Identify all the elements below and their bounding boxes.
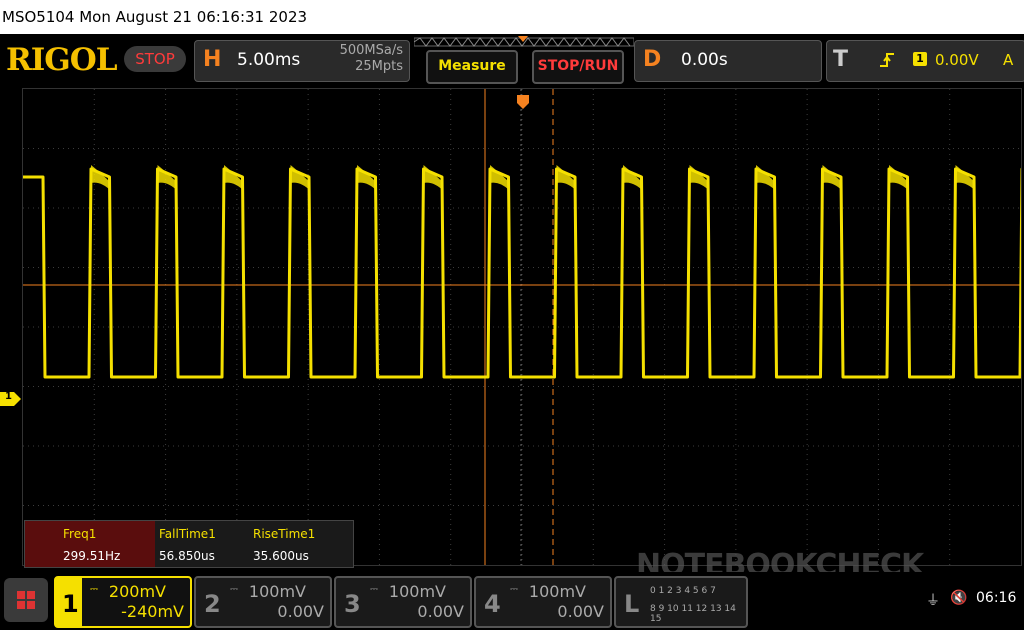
measure-button[interactable]: Measure	[426, 50, 518, 84]
sample-rate: 500MSa/s	[339, 43, 403, 58]
title-bar: MSO5104 Mon August 21 06:16:31 2023	[0, 0, 1024, 34]
meas-header-rise: RiseTime1	[253, 527, 316, 541]
ch1-offset-marker[interactable]: 1	[0, 391, 22, 406]
waveform-display[interactable]	[22, 88, 1024, 566]
waveform-canvas	[23, 89, 1024, 565]
trigger-level: 0.00V	[935, 51, 979, 69]
logic-letter: L	[624, 590, 640, 618]
overshoot	[91, 165, 111, 191]
trigger-source-badge: 1	[913, 52, 927, 66]
horizontal-panel[interactable]: H 5.00ms 500MSa/s 25Mpts	[194, 40, 410, 82]
delay-panel[interactable]: D 0.00s	[634, 40, 822, 82]
channel-1-offset: -240mV	[121, 602, 184, 621]
channel-1-number: 1	[62, 590, 79, 618]
trigger-letter: T	[833, 47, 849, 72]
usb-icon: ⏚	[926, 593, 940, 609]
meas-value-rise: 35.600us	[253, 549, 309, 563]
overshoot	[623, 165, 643, 191]
menu-button[interactable]	[4, 578, 48, 622]
meas-header-fall: FallTime1	[159, 527, 216, 541]
overshoot	[889, 165, 909, 191]
channel-2-offset: 0.00V	[277, 602, 324, 621]
meas-value-freq: 299.51Hz	[63, 549, 121, 563]
ch1-marker-label: 1	[5, 391, 12, 402]
overshoot	[955, 165, 976, 191]
dc-coupling-icon: ⎓	[510, 584, 518, 595]
channel-4-panel[interactable]: 4 ⎓ 100mV 0.00V	[474, 576, 612, 628]
overshoot	[224, 165, 244, 191]
overshoot	[490, 165, 510, 191]
stop-run-button[interactable]: STOP/RUN	[532, 50, 624, 84]
title-text: MSO5104 Mon August 21 06:16:31 2023	[2, 8, 308, 26]
memory-depth: 25Mpts	[355, 59, 403, 74]
delay-letter: D	[643, 47, 662, 72]
clock-time: 06:16	[976, 590, 1017, 606]
channel-2-number: 2	[204, 590, 221, 618]
overshoot	[423, 165, 444, 191]
channel-4-offset: 0.00V	[557, 602, 604, 621]
ch1-waveform	[23, 167, 1024, 379]
channel-2-panel[interactable]: 2 ⎓ 100mV 0.00V	[194, 576, 332, 628]
timebase-value: 5.00ms	[237, 50, 301, 70]
menu-grid-icon	[17, 591, 35, 609]
speaker-muted-icon[interactable]: 🔇	[950, 590, 967, 606]
channel-2-scale: 100mV	[248, 582, 306, 601]
dc-coupling-icon: ⎓	[90, 584, 98, 595]
overshoot	[357, 165, 377, 191]
overshoot	[157, 165, 178, 191]
rigol-logo: RIGOL	[6, 42, 118, 78]
channel-3-panel[interactable]: 3 ⎓ 100mV 0.00V	[334, 576, 472, 628]
logic-row-2: 8 9 10 11 12 13 14 15	[650, 604, 736, 624]
horizontal-letter: H	[203, 47, 222, 72]
measurement-table[interactable]: Freq1 FallTime1 RiseTime1 299.51Hz 56.85…	[24, 520, 354, 568]
overshoot	[290, 165, 311, 191]
trigger-position-marker	[517, 95, 529, 109]
channel-3-offset: 0.00V	[417, 602, 464, 621]
meas-value-fall: 56.850us	[159, 549, 215, 563]
delay-value: 0.00s	[681, 50, 728, 70]
overshoot	[822, 165, 843, 191]
overshoot	[689, 165, 710, 191]
channel-1-scale: 200mV	[108, 582, 166, 601]
rising-edge-icon	[880, 53, 894, 67]
trigger-mode: A	[1003, 51, 1014, 69]
logic-panel[interactable]: L 0 1 2 3 4 5 6 7 8 9 10 11 12 13 14 15	[614, 576, 748, 628]
memory-position-bar	[414, 36, 634, 47]
overshoot	[756, 165, 776, 191]
overshoot	[556, 165, 577, 191]
dc-coupling-icon: ⎓	[230, 584, 238, 595]
dc-coupling-icon: ⎓	[370, 584, 378, 595]
meas-header-freq: Freq1	[63, 527, 97, 541]
logic-row-1: 0 1 2 3 4 5 6 7	[650, 586, 716, 596]
channel-4-scale: 100mV	[528, 582, 586, 601]
channel-3-number: 3	[344, 590, 361, 618]
channel-3-scale: 100mV	[388, 582, 446, 601]
channel-4-number: 4	[484, 590, 501, 618]
channel-1-panel[interactable]: 1 ⎓ 200mV -240mV	[54, 576, 192, 628]
run-state-badge[interactable]: STOP	[124, 46, 186, 72]
trigger-panel[interactable]: T 1 0.00V A	[826, 40, 1024, 82]
